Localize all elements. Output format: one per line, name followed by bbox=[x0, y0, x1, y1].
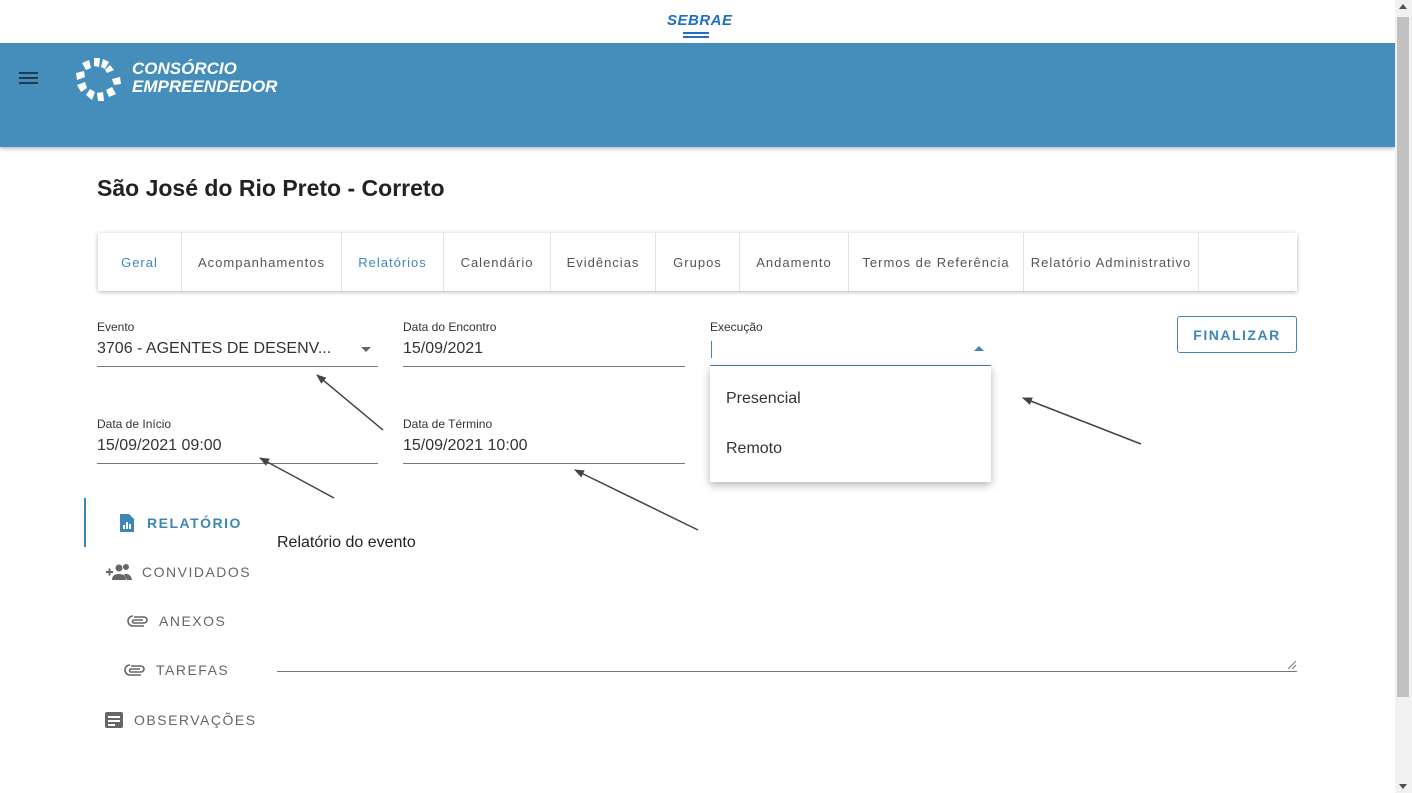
tab-relatorios[interactable]: Relatórios bbox=[342, 233, 444, 291]
scroll-up-icon[interactable] bbox=[1399, 4, 1407, 9]
data-encontro-field[interactable]: Data do Encontro 15/09/2021 bbox=[403, 320, 685, 367]
paperclip-icon bbox=[127, 615, 148, 627]
chevron-up-icon bbox=[974, 346, 984, 351]
notes-icon bbox=[105, 712, 123, 728]
data-encontro-label: Data do Encontro bbox=[403, 320, 497, 334]
side-nav-observacoes[interactable]: OBSERVAÇÕES bbox=[104, 711, 257, 729]
evento-label: Evento bbox=[97, 320, 135, 334]
scroll-down-icon[interactable] bbox=[1399, 784, 1407, 789]
resize-handle-icon[interactable] bbox=[1288, 661, 1296, 669]
data-termino-field[interactable]: Data de Término 15/09/2021 10:00 bbox=[403, 417, 685, 464]
data-inicio-value: 15/09/2021 09:00 bbox=[97, 437, 222, 454]
tab-acompanhamentos[interactable]: Acompanhamentos bbox=[182, 233, 342, 291]
chevron-down-icon bbox=[361, 347, 371, 352]
tab-bar: Geral Acompanhamentos Relatórios Calendá… bbox=[98, 233, 1297, 291]
consorcio-empreendedor-logo: CONSÓRCIO EMPREENDEDOR bbox=[72, 55, 292, 105]
relatorio-evento-label: Relatório do evento bbox=[277, 534, 416, 551]
brand-line-2: EMPREENDEDOR bbox=[132, 77, 278, 96]
page-title: São José do Rio Preto - Correto bbox=[97, 175, 445, 201]
app-header: CONSÓRCIO EMPREENDEDOR bbox=[0, 43, 1395, 147]
tab-andamento[interactable]: Andamento bbox=[740, 233, 849, 291]
active-indicator bbox=[84, 498, 86, 547]
tab-evidencias[interactable]: Evidências bbox=[551, 233, 656, 291]
page-scrollbar[interactable] bbox=[1395, 0, 1412, 793]
evento-value: 3706 - AGENTES DE DESENV... bbox=[97, 340, 332, 357]
tab-geral[interactable]: Geral bbox=[98, 233, 182, 291]
data-inicio-field[interactable]: Data de Início 15/09/2021 09:00 bbox=[97, 417, 378, 464]
execucao-select[interactable]: Execução bbox=[710, 320, 991, 367]
finalizar-button[interactable]: FINALIZAR bbox=[1177, 316, 1297, 353]
side-nav-label: CONVIDADOS bbox=[142, 564, 252, 580]
data-termino-value: 15/09/2021 10:00 bbox=[403, 437, 528, 454]
tab-calendario[interactable]: Calendário bbox=[444, 233, 551, 291]
option-presencial[interactable]: Presencial bbox=[726, 390, 801, 408]
annotation-arrow bbox=[574, 469, 699, 531]
data-encontro-value: 15/09/2021 bbox=[403, 340, 484, 357]
sebrae-logo: SEBRAE bbox=[667, 12, 732, 38]
text-cursor bbox=[711, 341, 712, 358]
tab-relatorio-administrativo[interactable]: Relatório Administrativo bbox=[1024, 233, 1199, 291]
annotation-arrow bbox=[259, 457, 335, 499]
side-nav-tarefas[interactable]: TAREFAS bbox=[124, 661, 229, 679]
side-nav-anexos[interactable]: ANEXOS bbox=[127, 612, 226, 630]
relatorio-evento-textarea[interactable] bbox=[277, 560, 1297, 672]
tab-grupos[interactable]: Grupos bbox=[656, 233, 740, 291]
data-termino-label: Data de Término bbox=[403, 417, 493, 431]
hamburger-menu-icon[interactable] bbox=[18, 69, 40, 87]
add-group-icon bbox=[106, 564, 132, 580]
scroll-thumb[interactable] bbox=[1397, 17, 1409, 697]
annotation-arrow bbox=[1022, 397, 1142, 445]
brand-line-1: CONSÓRCIO bbox=[132, 59, 237, 78]
side-nav-label: TAREFAS bbox=[156, 662, 230, 678]
side-nav-relatorio[interactable]: RELATÓRIO bbox=[117, 513, 242, 533]
top-strip: SEBRAE bbox=[0, 0, 1395, 43]
evento-select[interactable]: Evento 3706 - AGENTES DE DESENV... bbox=[97, 320, 378, 367]
execucao-label: Execução bbox=[710, 320, 763, 334]
data-inicio-label: Data de Início bbox=[97, 417, 172, 431]
side-nav-label: ANEXOS bbox=[159, 613, 227, 629]
side-nav-label: RELATÓRIO bbox=[147, 515, 242, 531]
execucao-dropdown-menu: Presencial Remoto bbox=[710, 366, 991, 482]
tab-termos-de-referencia[interactable]: Termos de Referência bbox=[849, 233, 1024, 291]
report-file-icon bbox=[120, 514, 134, 532]
option-remoto[interactable]: Remoto bbox=[726, 440, 782, 458]
paperclip-icon bbox=[124, 664, 145, 676]
brand-mark-icon bbox=[76, 58, 121, 101]
side-nav-convidados[interactable]: CONVIDADOS bbox=[106, 562, 251, 582]
side-nav-label: OBSERVAÇÕES bbox=[134, 712, 257, 728]
